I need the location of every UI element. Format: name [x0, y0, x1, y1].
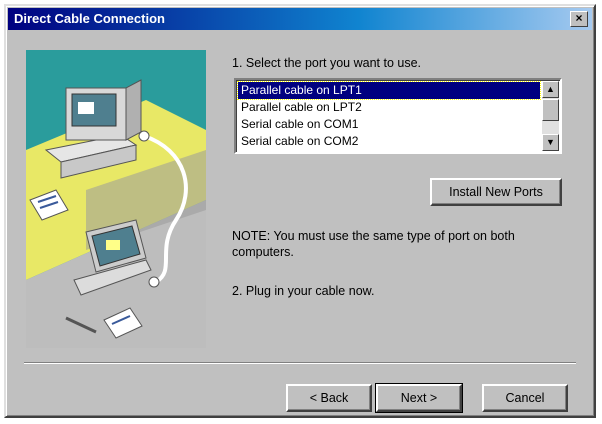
direct-cable-connection-dialog: Direct Cable Connection × 1. Select the … [4, 4, 596, 418]
step2-label: 2. Plug in your cable now. [232, 284, 375, 298]
title-bar: Direct Cable Connection × [8, 8, 592, 30]
window-title: Direct Cable Connection [14, 11, 165, 26]
scroll-up-button[interactable]: ▲ [542, 81, 559, 98]
port-listbox[interactable]: Parallel cable on LPT1 Parallel cable on… [234, 78, 562, 154]
port-option-lpt2[interactable]: Parallel cable on LPT2 [238, 99, 540, 116]
port-option-lpt1[interactable]: Parallel cable on LPT1 [237, 81, 541, 100]
install-new-ports-button[interactable]: Install New Ports [430, 178, 562, 206]
port-note: NOTE: You must use the same type of port… [232, 229, 515, 259]
port-option-com2[interactable]: Serial cable on COM2 [238, 133, 540, 150]
scroll-thumb[interactable] [542, 99, 559, 121]
next-button[interactable]: Next > [375, 383, 463, 413]
divider [24, 362, 576, 364]
cable-connection-illustration [26, 50, 206, 348]
cancel-button[interactable]: Cancel [482, 384, 568, 412]
scroll-down-button[interactable]: ▼ [542, 134, 559, 151]
back-button[interactable]: < Back [286, 384, 372, 412]
close-button[interactable]: × [570, 11, 588, 27]
port-list-scrollbar[interactable]: ▲ ▼ [542, 81, 559, 151]
port-option-com1[interactable]: Serial cable on COM1 [238, 116, 540, 133]
step1-label: 1. Select the port you want to use. [232, 56, 422, 70]
